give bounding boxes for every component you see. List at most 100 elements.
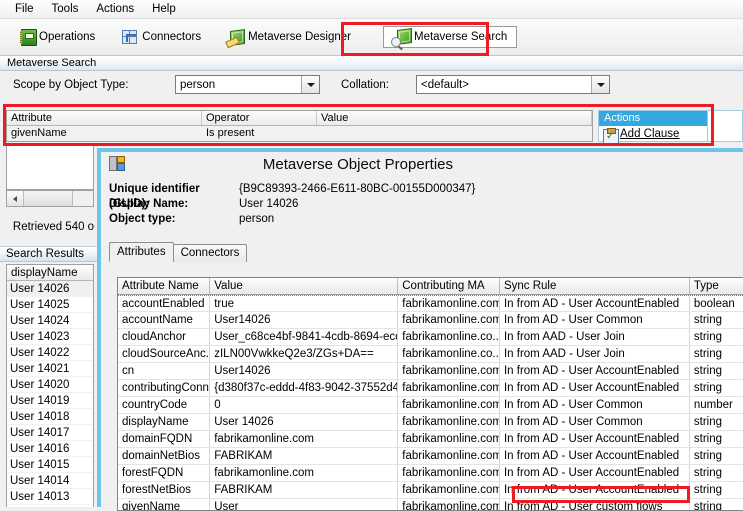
toolbar-button-operations-label: Operations — [39, 31, 96, 43]
table-row[interactable]: forestNetBios FABRIKAM fabrikamonline.com I… — [118, 482, 743, 499]
list-item[interactable]: User 14016 — [7, 441, 93, 457]
cell-value: User 14026 — [210, 414, 399, 430]
cell-type: string — [693, 416, 722, 428]
list-item[interactable]: User 14021 — [7, 361, 93, 377]
list-item[interactable]: User 14013 — [7, 489, 93, 505]
collation-select[interactable]: <default> — [416, 75, 610, 94]
scrollbar-thumb[interactable] — [24, 191, 73, 206]
menu-bar: File Tools Actions Help — [0, 0, 743, 19]
cell-type: string — [693, 467, 722, 479]
list-item[interactable]: User 14026 — [7, 281, 93, 297]
collation-value: <default> — [421, 78, 469, 91]
column-header-displayname[interactable]: displayName — [7, 265, 93, 281]
cell-rule: In from AD - User AccountEnabled — [500, 465, 690, 481]
cell-type: string — [693, 348, 722, 360]
collation-label: Collation: — [341, 79, 389, 91]
attributes-grid-header: Attribute Name Value Contributing MA Syn… — [118, 278, 743, 295]
list-item[interactable]: User 14022 — [7, 345, 93, 361]
column-header-type[interactable]: Type — [690, 278, 743, 294]
table-row[interactable]: cloudSourceAnc... zILN00VwkkeQ2e3/ZGs+DA=… — [118, 346, 743, 363]
tab-attributes[interactable]: Attributes — [109, 242, 174, 262]
cell-type: string — [693, 450, 722, 462]
menu-actions[interactable]: Actions — [87, 1, 143, 17]
horizontal-scrollbar[interactable] — [6, 190, 94, 207]
column-header-sync-rule[interactable]: Sync Rule — [500, 278, 690, 294]
toolbar-button-connectors[interactable]: Connectors — [113, 26, 209, 48]
list-item[interactable]: User 14015 — [7, 457, 93, 473]
cell-rule: In from AD - User AccountEnabled — [500, 448, 690, 464]
list-item[interactable]: User 14023 — [7, 329, 93, 345]
table-row[interactable]: countryCode 0 fabrikamonline.com In from AD… — [118, 397, 743, 414]
table-row[interactable]: accountEnabled true fabrikamonline.com In f… — [118, 295, 743, 312]
property-row-object-type: Object type: person — [109, 212, 709, 227]
list-item[interactable]: User 14018 — [7, 409, 93, 425]
table-row[interactable]: givenName User fabrikamonline.com In from A… — [118, 499, 743, 510]
cell-name: domainFQDN — [118, 431, 211, 447]
menu-tools[interactable]: Tools — [43, 1, 88, 17]
list-item[interactable]: User 14017 — [7, 425, 93, 441]
table-row[interactable]: domainNetBios FABRIKAM fabrikamonline.com I… — [118, 448, 743, 465]
chevron-down-icon[interactable] — [301, 76, 319, 93]
list-item[interactable]: User 14020 — [7, 377, 93, 393]
dialog-properties-summary: Unique identifier (GUID): {B9C89393-2466… — [109, 182, 709, 227]
property-value-display-name: User 14026 — [239, 198, 299, 210]
property-label-object-type: Object type: — [109, 213, 176, 225]
property-row-guid: Unique identifier (GUID): {B9C89393-2466… — [109, 182, 709, 210]
property-label-display-name: Display Name: — [109, 198, 189, 210]
menu-file[interactable]: File — [6, 1, 43, 17]
green-book-icon — [18, 29, 37, 46]
chevron-down-icon[interactable] — [591, 76, 609, 93]
column-header-operator[interactable]: Operator — [202, 111, 317, 125]
list-item[interactable]: User 14024 — [7, 313, 93, 329]
cell-type: number — [693, 399, 733, 411]
cell-rule: In from AAD - User Join — [500, 329, 690, 345]
cell-type: string — [693, 365, 722, 377]
list-item[interactable]: User 14025 — [7, 297, 93, 313]
table-row[interactable]: cloudAnchor User_c68ce4bf-9841-4cdb-8694-… — [118, 329, 743, 346]
column-header-value[interactable]: Value — [210, 278, 399, 294]
cell-name: displayName — [118, 414, 211, 430]
list-item[interactable]: User 14014 — [7, 473, 93, 489]
table-row[interactable]: forestFQDN fabrikamonline.com fabrikamonli… — [118, 465, 743, 482]
cell-name: accountName — [118, 312, 211, 328]
cell-value: fabrikamonline.com — [210, 465, 399, 481]
cell-value: true — [210, 296, 399, 311]
clause-attribute: givenName — [11, 127, 67, 139]
table-row[interactable]: givenName Is present — [7, 126, 592, 141]
toolbar-button-operations[interactable]: Operations — [10, 26, 103, 48]
cell-ma: fabrikamonline.com — [398, 380, 500, 396]
table-row[interactable]: displayName User 14026 fabrikamonline.com I… — [118, 414, 743, 431]
table-row[interactable]: contributingConn... {d380f37c-eddd-4f83-9… — [118, 380, 743, 397]
table-row[interactable]: accountName User14026 fabrikamonline.com In… — [118, 312, 743, 329]
action-add-clause[interactable]: Add Clause — [599, 126, 707, 145]
column-header-value[interactable]: Value — [317, 111, 592, 125]
toolbar-button-metaverse-search[interactable]: Metaverse Search — [382, 26, 518, 48]
cell-ma: fabrikamonline.com — [398, 397, 500, 413]
table-row[interactable]: cn User14026 fabrikamonline.com In from AD … — [118, 363, 743, 380]
search-results-list[interactable]: displayName User 14026 User 14025 User 140… — [6, 264, 94, 507]
cell-type: string — [693, 382, 722, 394]
column-header-attribute[interactable]: Attribute — [7, 111, 202, 125]
cell-type: boolean — [693, 298, 735, 310]
attributes-grid[interactable]: Attribute Name Value Contributing MA Syn… — [117, 277, 743, 511]
table-row[interactable]: domainFQDN fabrikamonline.com fabrikamonli… — [118, 431, 743, 448]
cell-rule: In from AD - User AccountEnabled — [500, 380, 690, 396]
list-item[interactable]: User 14019 — [7, 393, 93, 409]
scope-row: Scope by Object Type: person Collation: … — [0, 72, 743, 102]
scope-object-type-select[interactable]: person — [175, 75, 320, 94]
metaverse-search-icon — [390, 27, 412, 47]
column-header-attribute-name[interactable]: Attribute Name — [118, 278, 211, 294]
dialog-title-bar[interactable]: Metaverse Object Properties — [101, 152, 743, 178]
cell-value: zILN00VwkkeQ2e3/ZGs+DA== — [210, 346, 399, 362]
search-results-caption: Search Results — [0, 246, 100, 262]
retrieved-count-label: Retrieved 540 o — [12, 221, 95, 233]
clause-operator: Is present — [206, 127, 255, 139]
menu-help[interactable]: Help — [143, 1, 185, 17]
cell-name: contributingConn... — [118, 380, 211, 396]
tab-connectors[interactable]: Connectors — [172, 244, 248, 262]
toolbar-button-metaverse-designer[interactable]: Metaverse Designer — [219, 26, 359, 49]
column-header-contributing-ma[interactable]: Contributing MA — [398, 278, 500, 294]
search-clause-grid[interactable]: Attribute Operator Value givenName Is pr… — [6, 110, 593, 142]
scroll-left-icon[interactable] — [7, 191, 24, 206]
cell-type: string — [693, 433, 722, 445]
